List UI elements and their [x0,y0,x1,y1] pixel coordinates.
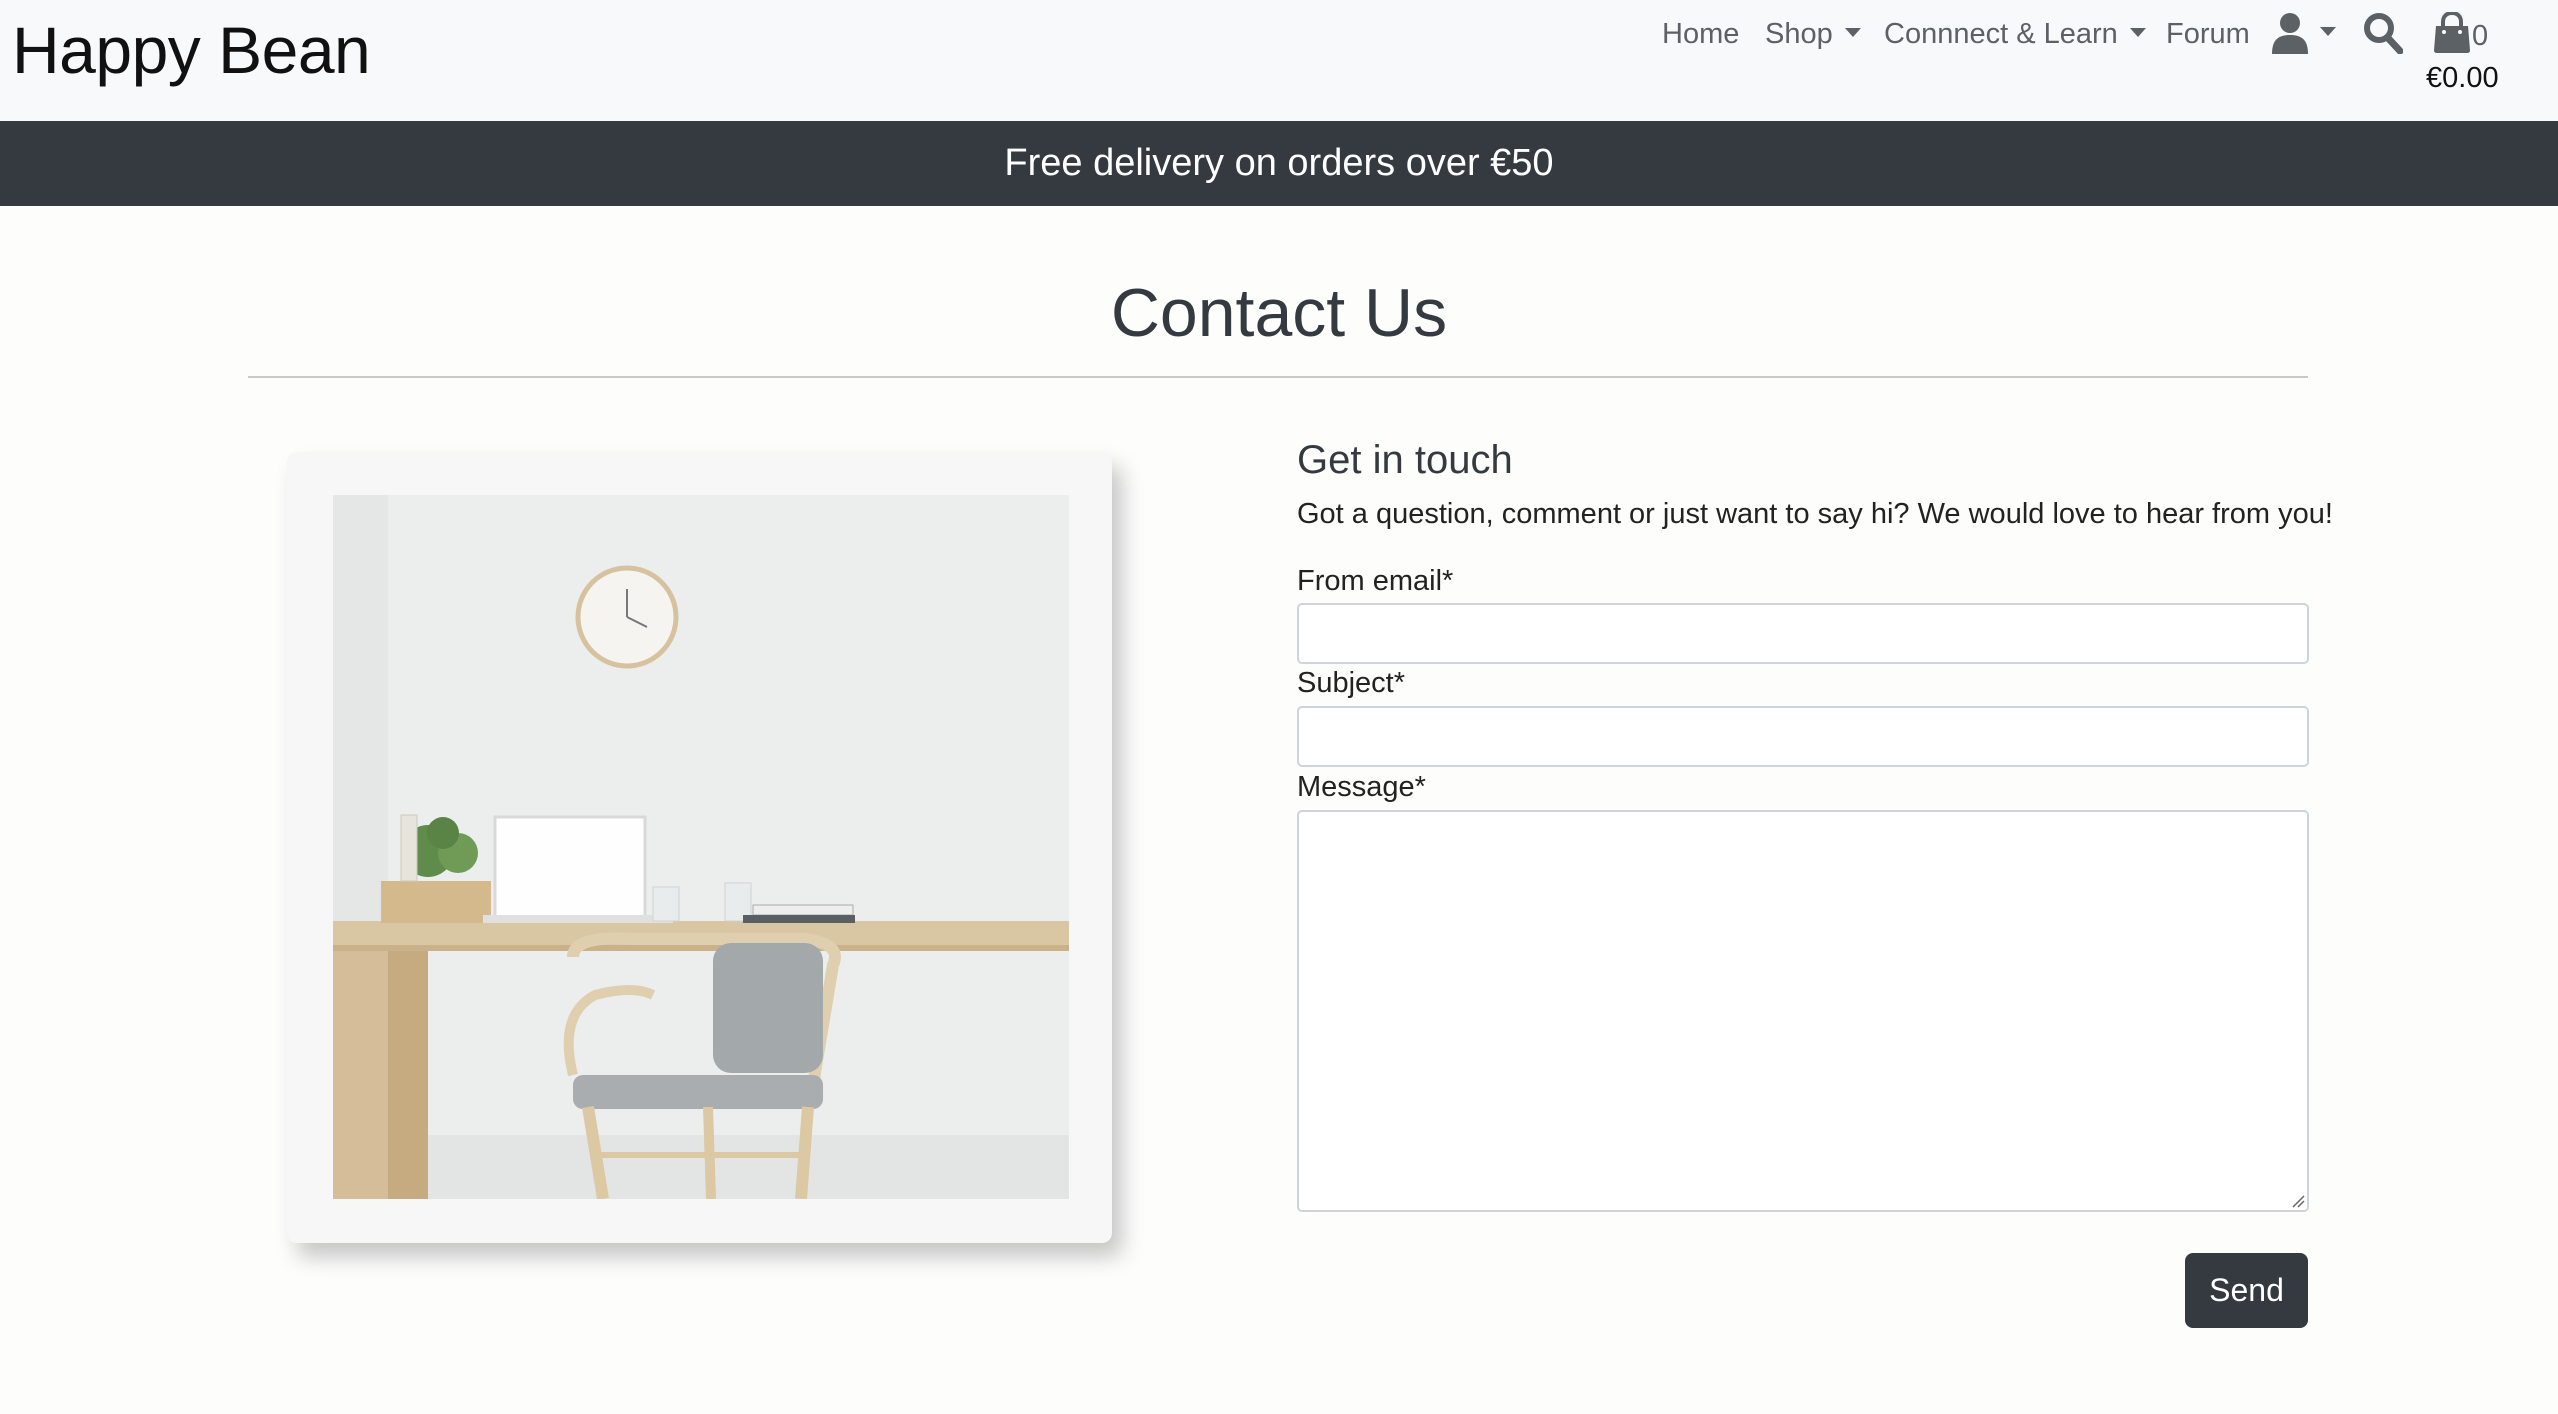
page-title: Contact Us [1110,275,1448,351]
shopping-bag-icon [2434,12,2470,53]
delivery-banner: Free delivery on orders over €50 [0,121,2558,206]
send-button[interactable]: Send [2185,1253,2308,1328]
message-field[interactable] [1297,810,2309,1212]
shopping-bag-button[interactable]: 0 €0.00 [2426,8,2538,98]
contact-image-card [287,452,1112,1243]
contact-intro-text: Got a question, comment or just want to … [1297,498,2333,530]
email-label: From email* [1297,565,1454,597]
search-icon [2364,13,2404,55]
cart-count: 0 [2472,20,2489,52]
user-icon [2272,13,2308,54]
account-dropdown[interactable] [2272,10,2344,56]
chevron-down-icon [2129,27,2146,37]
top-navbar: Happy Bean Home Shop Connnect & Learn Fo… [0,0,2558,121]
nav-connect-learn-label: Connnect & Learn [1884,18,2118,50]
subject-label: Subject* [1297,667,1406,699]
get-in-touch-heading: Get in touch [1297,438,1513,482]
nav-connect-learn-dropdown[interactable]: Connnect & Learn [1884,12,2146,56]
desk-chair-photo [333,495,1069,1199]
nav-forum-label: Forum [2166,18,2250,50]
nav-home-label: Home [1662,18,1740,50]
search-button[interactable] [2363,12,2404,55]
email-field[interactable] [1297,603,2309,664]
resize-handle-icon[interactable] [2291,1194,2305,1208]
desk-chair-illustration [333,495,1069,1199]
cart-total: €0.00 [2426,62,2499,94]
nav-shop-dropdown[interactable]: Shop [1765,12,1861,56]
message-field-wrapper [1297,810,2309,1212]
message-label: Message* [1297,771,1426,803]
nav-forum-link[interactable]: Forum [2166,12,2250,56]
chevron-down-icon [1844,27,1861,37]
nav-home-link[interactable]: Home [1662,12,1739,56]
nav-shop-label: Shop [1765,18,1833,50]
delivery-banner-text: Free delivery on orders over €50 [1004,142,1554,184]
subject-field[interactable] [1297,706,2309,767]
brand-logo[interactable]: Happy Bean [12,8,371,92]
title-divider [248,376,2308,378]
chevron-down-icon [2320,26,2336,36]
